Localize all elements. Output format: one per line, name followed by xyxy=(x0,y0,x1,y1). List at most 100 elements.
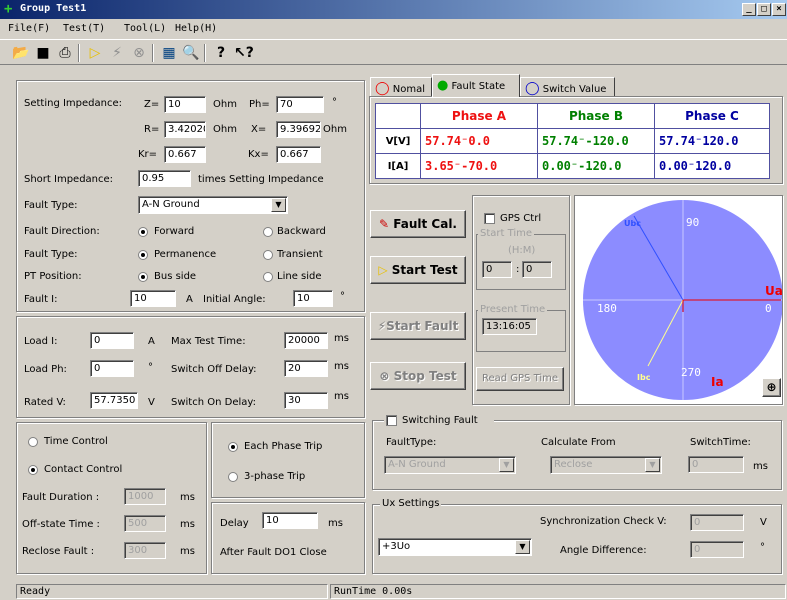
bus-side-radio[interactable] xyxy=(138,272,148,282)
contact-control-radio[interactable] xyxy=(28,465,38,475)
close-button[interactable]: × xyxy=(772,3,786,16)
short-impedance-input[interactable]: 0.95 xyxy=(138,170,191,187)
context-help-icon[interactable]: ↖? xyxy=(234,44,254,62)
tab-nomal-label: Nomal xyxy=(392,84,425,95)
tab-switch-value[interactable]: ◯ Switch Value xyxy=(520,77,615,97)
lightning-icon[interactable]: ⚡ xyxy=(108,44,126,62)
deg90-label: 90 xyxy=(686,216,699,229)
fault-cal-button[interactable]: ✎ Fault Cal. xyxy=(370,210,466,238)
voltage-phase-c: 57.74⁻120.0 xyxy=(654,128,770,154)
fault-type-select[interactable]: A-N Ground ▼ xyxy=(138,196,288,214)
zoom-in-icon: ⊕ xyxy=(766,380,777,394)
line-side-radio[interactable] xyxy=(263,272,273,282)
tab-fault-state[interactable]: ● Fault State xyxy=(432,74,520,97)
permanence-radio[interactable] xyxy=(138,250,148,260)
read-gps-time-button[interactable]: Read GPS Time xyxy=(476,367,564,391)
backward-label: Backward xyxy=(277,226,326,237)
angle-difference-input[interactable]: 0 xyxy=(690,541,744,558)
sync-check-label: Synchronization Check V: xyxy=(540,516,667,527)
start-test-button[interactable]: ▷ Start Test xyxy=(370,256,466,284)
contact-control-label: Contact Control xyxy=(44,464,123,475)
switching-fault-checkbox[interactable] xyxy=(386,415,397,426)
menu-file[interactable]: File(F) xyxy=(8,23,50,34)
r-input[interactable]: 3.42020 xyxy=(164,121,206,138)
switch-off-input[interactable]: 20 xyxy=(284,360,328,377)
save-icon[interactable]: ■ xyxy=(34,44,52,62)
calculator-icon[interactable]: ▦ xyxy=(160,44,178,62)
forward-label: Forward xyxy=(154,226,195,237)
offstate-time-input[interactable]: 500 xyxy=(124,515,166,532)
current-phase-c: 0.00⁻120.0 xyxy=(654,153,770,179)
minimize-button[interactable]: _ xyxy=(742,3,756,16)
ux-select[interactable]: +3Uo ▼ xyxy=(378,538,532,556)
menu-test[interactable]: Test(T) xyxy=(63,23,105,34)
switch-time-label: SwitchTime: xyxy=(690,437,751,448)
three-phase-trip-label: 3-phase Trip xyxy=(244,471,306,482)
switch-time-input[interactable]: 0 xyxy=(688,456,744,473)
status-ready: Ready xyxy=(16,584,328,599)
fault-type2-label: Fault Type: xyxy=(24,249,78,260)
forward-radio[interactable] xyxy=(138,227,148,237)
maximize-button[interactable]: □ xyxy=(757,3,771,16)
transient-radio[interactable] xyxy=(263,250,273,260)
stop-icon[interactable]: ⊗ xyxy=(130,44,148,62)
offstate-time-unit: ms xyxy=(180,519,195,530)
reclose-fault-input[interactable]: 300 xyxy=(124,542,166,559)
each-phase-trip-radio[interactable] xyxy=(228,442,238,452)
line-side-label: Line side xyxy=(277,271,322,282)
start-fault-label: Start Fault xyxy=(386,319,459,333)
stop-test-button[interactable]: ⊗ Stop Test xyxy=(370,362,466,390)
initial-angle-input[interactable]: 10 xyxy=(293,290,333,307)
ux-settings-label: Ux Settings xyxy=(380,498,442,509)
switch-fault-type-select[interactable]: A-N Ground ▼ xyxy=(384,456,516,474)
tab-nomal[interactable]: ◯ Nomal xyxy=(370,77,432,97)
voltage-row-label: V[V] xyxy=(375,128,421,154)
play-icon[interactable]: ▷ xyxy=(86,44,104,62)
delay-input[interactable]: 10 xyxy=(262,512,318,529)
stop-icon: ⊗ xyxy=(379,369,390,383)
load-i-input[interactable]: 0 xyxy=(90,332,134,349)
time-control-label: Time Control xyxy=(44,436,108,447)
pt-position-label: PT Position: xyxy=(24,271,82,282)
kr-input[interactable]: 0.667 xyxy=(164,146,206,163)
zoom-icon[interactable]: 🔍 xyxy=(182,44,200,62)
start-time-label: Start Time xyxy=(478,228,535,239)
time-colon: : xyxy=(516,264,520,275)
rated-v-input[interactable]: 57.7350 xyxy=(90,392,138,409)
ph-input[interactable]: 70 xyxy=(276,96,324,113)
help-icon[interactable]: ? xyxy=(212,44,230,62)
ua-label: Ua xyxy=(765,284,782,298)
toolbar-separator xyxy=(78,44,80,62)
sync-check-input[interactable]: 0 xyxy=(690,514,744,531)
x-input[interactable]: 9.39692 xyxy=(276,121,321,138)
switch-fault-type-label: FaultType: xyxy=(386,437,437,448)
menu-help[interactable]: Help(H) xyxy=(175,23,217,34)
calculate-from-select[interactable]: Reclose ▼ xyxy=(550,456,662,474)
kx-input[interactable]: 0.667 xyxy=(276,146,321,163)
start-minute-input[interactable]: 0 xyxy=(522,261,552,278)
start-hour-input[interactable]: 0 xyxy=(482,261,512,278)
gps-ctrl-label: GPS Ctrl xyxy=(500,213,542,224)
fault-i-input[interactable]: 10 xyxy=(130,290,176,307)
fault-duration-input[interactable]: 1000 xyxy=(124,488,166,505)
max-test-time-input[interactable]: 20000 xyxy=(284,332,328,349)
ibc-label: Ibc xyxy=(637,373,651,382)
z-input[interactable]: 10 xyxy=(164,96,206,113)
gps-ctrl-checkbox[interactable] xyxy=(484,213,495,224)
load-ph-input[interactable]: 0 xyxy=(90,360,134,377)
backward-radio[interactable] xyxy=(263,227,273,237)
three-phase-trip-radio[interactable] xyxy=(228,472,238,482)
switch-time-unit: ms xyxy=(753,461,768,472)
stop-test-label: Stop Test xyxy=(393,369,457,383)
permanence-label: Permanence xyxy=(154,249,217,260)
start-fault-button[interactable]: ⚡Start Fault xyxy=(370,312,466,340)
load-ph-label: Load Ph: xyxy=(24,364,67,375)
zoom-in-button[interactable]: ⊕ xyxy=(762,378,781,397)
menu-tool[interactable]: Tool(L) xyxy=(124,23,166,34)
x-label: X= xyxy=(251,124,267,135)
switch-on-input[interactable]: 30 xyxy=(284,392,328,409)
print-icon[interactable]: ⎙ xyxy=(56,44,74,62)
open-icon[interactable]: 📂 xyxy=(12,44,30,62)
time-control-radio[interactable] xyxy=(28,437,38,447)
z-unit: Ohm xyxy=(213,99,237,110)
